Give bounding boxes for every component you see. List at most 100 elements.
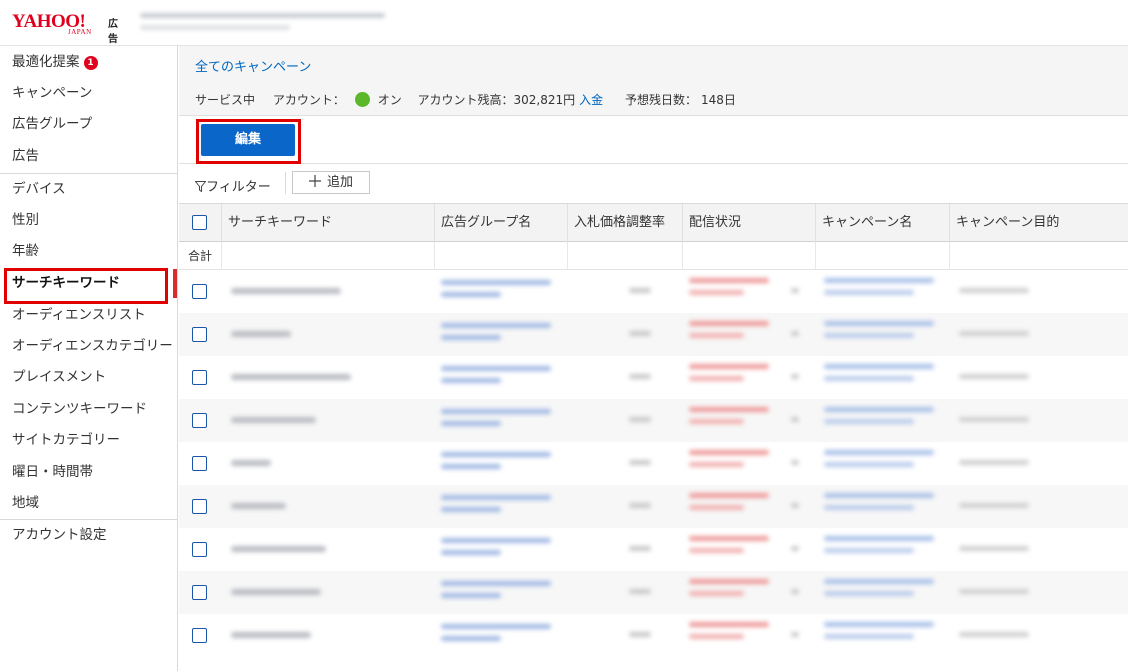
- sidebar-item-day-time[interactable]: 曜日・時間帯: [0, 457, 177, 488]
- row-checkbox[interactable]: [192, 628, 207, 643]
- redacted-adgroup-link: [441, 452, 551, 457]
- column-delivery-status[interactable]: 配信状況: [683, 204, 816, 242]
- redacted-keyword: [231, 503, 286, 509]
- table-row[interactable]: [179, 571, 1128, 614]
- redacted-icon: [791, 331, 799, 336]
- funnel-icon: [194, 181, 207, 193]
- sidebar-item-campaign[interactable]: キャンペーン: [0, 78, 177, 109]
- redacted-bid-value: [629, 589, 651, 594]
- sidebar-item-label: 広告グループ: [12, 116, 93, 132]
- redacted-campaign-link: [824, 622, 934, 627]
- row-checkbox[interactable]: [192, 413, 207, 428]
- table-row[interactable]: [179, 442, 1128, 485]
- total-label: 合計: [179, 242, 222, 270]
- sidebar-item-optimization[interactable]: 最適化提案 1: [0, 47, 177, 78]
- column-campaign-objective[interactable]: キャンペーン目的: [950, 204, 1128, 242]
- redacted-delivery-status: [689, 321, 769, 326]
- select-all-checkbox[interactable]: [192, 215, 207, 230]
- redacted-bid-value: [629, 288, 651, 293]
- filter-toolbar: フィルター 追加: [179, 164, 1128, 204]
- toolbar-divider: [285, 172, 286, 194]
- sidebar-item-label: オーディエンスリスト: [12, 307, 146, 323]
- row-checkbox[interactable]: [192, 499, 207, 514]
- sidebar-item-adgroup[interactable]: 広告グループ: [0, 109, 177, 140]
- redacted-adgroup-link: [441, 366, 551, 371]
- redacted-campaign-link: [824, 290, 914, 295]
- table-row[interactable]: [179, 614, 1128, 657]
- redacted-keyword: [231, 589, 321, 595]
- redacted-adgroup-link: [441, 593, 501, 598]
- redacted-delivery-status: [689, 407, 769, 412]
- redacted-keyword: [231, 288, 341, 294]
- row-checkbox[interactable]: [192, 370, 207, 385]
- sidebar-item-label: 曜日・時間帯: [12, 464, 93, 480]
- row-checkbox[interactable]: [192, 542, 207, 557]
- sidebar-item-region[interactable]: 地域: [0, 488, 177, 519]
- sidebar-item-label: オーディエンスカテゴリー: [12, 338, 173, 354]
- redacted-delivery-status: [689, 419, 744, 424]
- deposit-link[interactable]: 入金: [579, 93, 603, 107]
- sidebar-item-age[interactable]: 年齢: [0, 236, 177, 267]
- sidebar-item-site-category[interactable]: サイトカテゴリー: [0, 425, 177, 456]
- yahoo-ads-logo[interactable]: YAHOO! JAPAN 広告: [12, 12, 118, 45]
- table-row[interactable]: [179, 485, 1128, 528]
- table-row[interactable]: [179, 356, 1128, 399]
- table-row[interactable]: [179, 270, 1128, 313]
- filter-button[interactable]: フィルター: [194, 176, 271, 195]
- edit-toolbar: 編集: [179, 117, 1128, 164]
- table-row[interactable]: [179, 313, 1128, 356]
- column-bid-adjustment[interactable]: 入札価格調整率: [568, 204, 683, 242]
- column-adgroup-name[interactable]: 広告グループ名: [435, 204, 568, 242]
- redacted-adgroup-link: [441, 335, 501, 340]
- plus-icon: [308, 175, 321, 187]
- breadcrumb-all-campaigns[interactable]: 全てのキャンペーン: [195, 56, 311, 75]
- redacted-icon: [791, 632, 799, 637]
- sidebar-item-placement[interactable]: プレイスメント: [0, 362, 177, 393]
- redacted-adgroup-link: [441, 464, 501, 469]
- sidebar-item-device[interactable]: デバイス: [0, 174, 177, 205]
- account-status-line: サービス中 アカウント： オン アカウント残高：302,821円 入金 予想残日数…: [195, 91, 740, 108]
- redacted-delivery-status: [689, 493, 769, 498]
- header-checkbox-cell: [179, 204, 222, 242]
- redacted-campaign-objective: [959, 546, 1029, 551]
- redacted-adgroup-link: [441, 409, 551, 414]
- row-checkbox[interactable]: [192, 585, 207, 600]
- sidebar-item-content-keyword[interactable]: コンテンツキーワード: [0, 394, 177, 425]
- sidebar-item-account-settings[interactable]: アカウント設定: [0, 520, 177, 551]
- redacted-adgroup-link: [441, 538, 551, 543]
- redacted-icon: [791, 417, 799, 422]
- redacted-campaign-objective: [959, 331, 1029, 336]
- row-checkbox[interactable]: [192, 456, 207, 471]
- sidebar-item-label: アカウント設定: [12, 527, 107, 543]
- app-header: YAHOO! JAPAN 広告: [0, 0, 1128, 46]
- campaign-summary: 全てのキャンペーン サービス中 アカウント： オン アカウント残高：302,82…: [179, 46, 1128, 116]
- redacted-adgroup-link: [441, 292, 501, 297]
- days-value: 148日: [701, 93, 736, 107]
- sidebar-item-gender[interactable]: 性別: [0, 205, 177, 236]
- add-button[interactable]: 追加: [292, 171, 370, 194]
- column-search-keyword[interactable]: サーチキーワード: [222, 204, 435, 242]
- sidebar-item-label: コンテンツキーワード: [12, 401, 147, 417]
- column-campaign-name[interactable]: キャンペーン名: [816, 204, 950, 242]
- notification-badge: 1: [83, 56, 98, 70]
- sidebar-item-ad[interactable]: 広告: [0, 141, 177, 172]
- row-checkbox[interactable]: [192, 327, 207, 342]
- row-checkbox[interactable]: [192, 284, 207, 299]
- redacted-campaign-link: [824, 450, 934, 455]
- table-header: サーチキーワード 広告グループ名 入札価格調整率 配信状況 キャンペーン名 キャ…: [179, 204, 1128, 242]
- sidebar-item-audience-list[interactable]: オーディエンスリスト: [0, 300, 177, 331]
- sidebar-item-audience-category[interactable]: オーディエンスカテゴリー: [0, 331, 177, 362]
- redacted-delivery-status: [689, 536, 769, 541]
- sidebar-item-label: 性別: [12, 212, 39, 228]
- main-content: 全てのキャンペーン サービス中 アカウント： オン アカウント残高：302,82…: [179, 46, 1128, 671]
- table-row[interactable]: [179, 399, 1128, 442]
- table-row[interactable]: [179, 528, 1128, 571]
- account-label: アカウント：: [272, 93, 345, 107]
- sidebar-scroll-indicator: [173, 269, 177, 298]
- total-row: 合計: [179, 242, 1128, 270]
- account-selector[interactable]: [140, 10, 390, 36]
- redacted-campaign-link: [824, 278, 934, 283]
- redacted-keyword: [231, 546, 326, 552]
- redacted-icon: [791, 374, 799, 379]
- sidebar-item-label: キャンペーン: [12, 85, 93, 101]
